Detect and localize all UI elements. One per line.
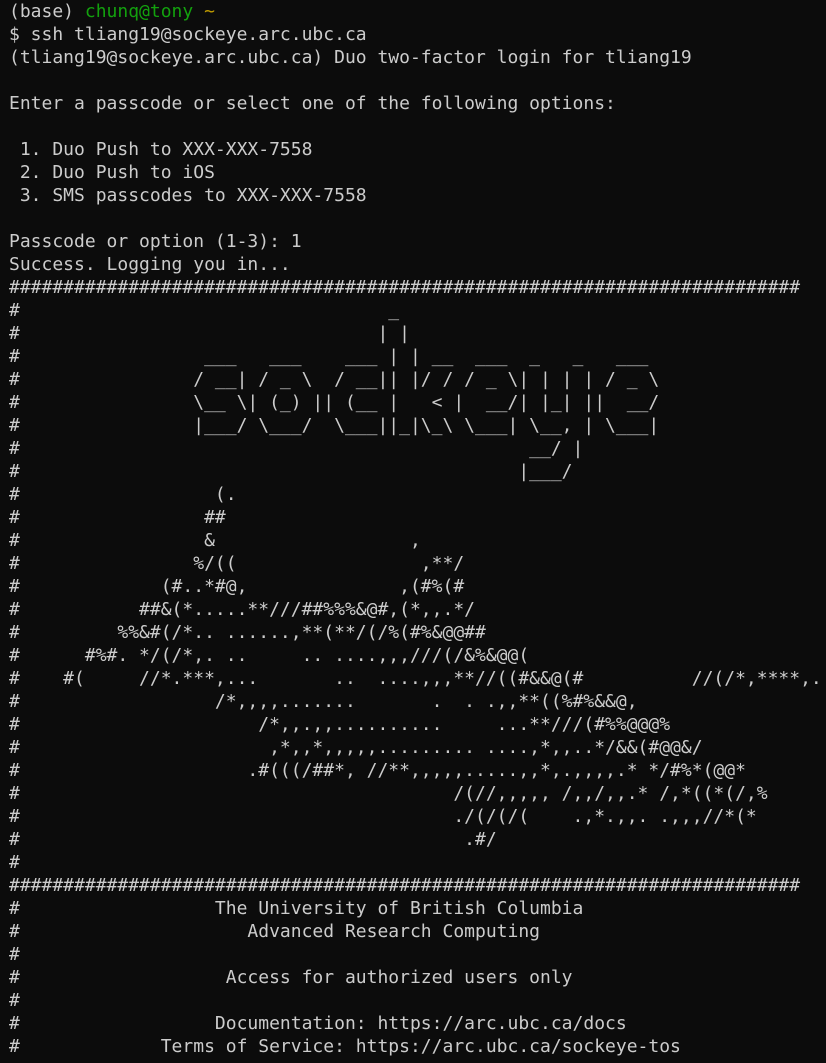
- terminal-line: # |___/ \___/ \___||_|\_\ \___| \__, | \…: [9, 415, 660, 436]
- terminal-line: # The University of British Columbia: [9, 898, 584, 919]
- terminal-output: $ ssh tliang19@sockeye.arc.ubc.ca (tliang…: [9, 23, 826, 1058]
- terminal-line: # /(//,,,,, /,,/,,.* /,*((*(/,%: [9, 783, 768, 804]
- terminal-line: # / __| / _ \ / __|| |/ / / _ \| | | | /…: [9, 369, 660, 390]
- terminal-line: Passcode or option (1-3): 1: [9, 231, 302, 252]
- terminal-line: # Documentation: https://arc.ubc.ca/docs: [9, 1013, 627, 1034]
- user-host: chunq@tony: [84, 1, 194, 22]
- terminal-line: 3. SMS passcodes to XXX-XXX-7558: [9, 185, 367, 206]
- terminal-line: # ___ ___ ___ | | __ ___ _ _ ___: [9, 346, 649, 367]
- terminal-line: # .#/: [9, 829, 497, 850]
- terminal-line: # /*,,.,,.......... ...**///(#%%@@@%: [9, 714, 671, 735]
- terminal-line: #: [9, 852, 20, 873]
- terminal-line: (tliang19@sockeye.arc.ubc.ca) Duo two-fa…: [9, 47, 692, 68]
- terminal-line: # \__ \| (_) || (__ | < | __/| |_| || __…: [9, 392, 660, 413]
- terminal-line: # __/ |: [9, 438, 584, 459]
- terminal-line: # #( //*.***,... .. ....,,,**//((#&&@(# …: [9, 668, 822, 689]
- terminal-line: # ##&(*.....**///##%%%&@#,(*,,.*/: [9, 599, 475, 620]
- terminal-line: # (#..*#@, ,(#%(#: [9, 576, 465, 597]
- terminal-line: # .#(((/##*, //**,,,,,.....,,*,.,,,,.* *…: [9, 760, 746, 781]
- terminal-line: # /*,,,,....... . . .,,**((%#%&&@,: [9, 691, 638, 712]
- terminal-line: # (.: [9, 484, 237, 505]
- terminal-line: 2. Duo Push to iOS: [9, 162, 215, 183]
- terminal-line: # %/(( ,**/: [9, 553, 465, 574]
- terminal-line: # ##: [9, 507, 226, 528]
- shell-prompt: (base) chunq@tony ~: [9, 0, 826, 23]
- terminal-line: # Terms of Service: https://arc.ubc.ca/s…: [9, 1036, 681, 1057]
- terminal-line: # _: [9, 300, 400, 321]
- terminal-line: # | |: [9, 323, 410, 344]
- terminal-line: 1. Duo Push to XXX-XXX-7558: [9, 139, 313, 160]
- terminal-line: # Advanced Research Computing: [9, 921, 541, 942]
- terminal-line: #: [9, 944, 20, 965]
- current-path: ~: [193, 1, 215, 22]
- conda-env: (base): [9, 1, 85, 22]
- terminal-line: # %%&#(/*.. ......,**(**/(/%(#%&@@##: [9, 622, 486, 643]
- terminal-line: # Access for authorized users only: [9, 967, 573, 988]
- terminal-line: Enter a passcode or select one of the fo…: [9, 93, 616, 114]
- terminal-window[interactable]: (base) chunq@tony ~ $ ssh tliang19@socke…: [0, 0, 826, 1063]
- terminal-line: $ ssh tliang19@sockeye.arc.ubc.ca: [9, 24, 367, 45]
- terminal-line: # ./(/(/( .,*.,,. .,,,//*(*: [9, 806, 757, 827]
- terminal-line: ########################################…: [9, 875, 801, 896]
- terminal-line: # |___/: [9, 461, 573, 482]
- terminal-line: ########################################…: [9, 277, 801, 298]
- terminal-line: #: [9, 990, 20, 1011]
- terminal-line: # ,*,,*,,,,,......... ....,*,,..*/&&(#@@…: [9, 737, 703, 758]
- terminal-line: # #%#. */(/*,. .. .. ....,,,///(/&%&@@(: [9, 645, 530, 666]
- terminal-line: # & ,: [9, 530, 421, 551]
- terminal-line: Success. Logging you in...: [9, 254, 291, 275]
